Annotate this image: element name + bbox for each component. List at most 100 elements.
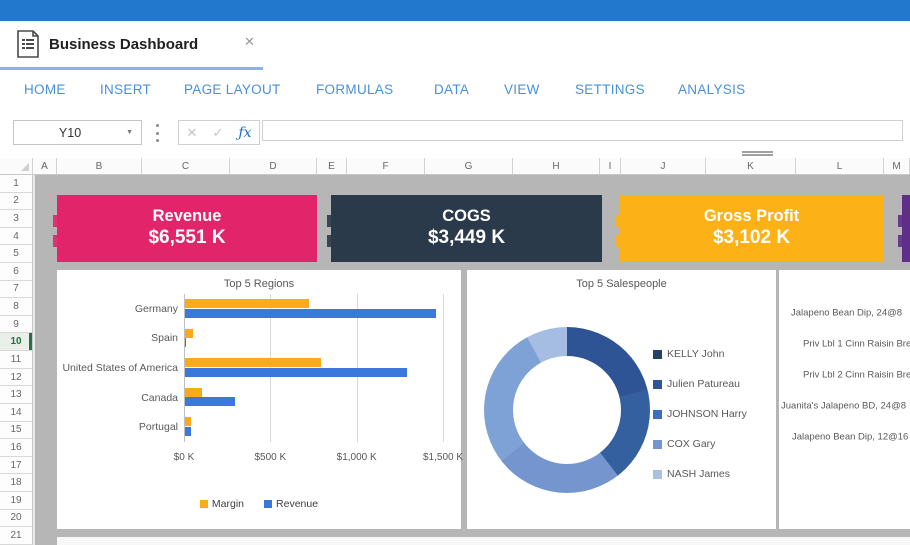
- column-header-j[interactable]: J: [621, 158, 706, 175]
- column-header-d[interactable]: D: [230, 158, 317, 175]
- row-header-8[interactable]: 8: [0, 298, 33, 316]
- kpi-notch: [327, 235, 331, 247]
- row-header-11[interactable]: 11: [0, 351, 33, 369]
- menu-item-formulas[interactable]: FORMULAS: [316, 82, 393, 97]
- row-header-19[interactable]: 19: [0, 492, 33, 510]
- bar-margin-1: [185, 329, 193, 338]
- legend-label: Margin: [212, 498, 244, 510]
- kpi-card-gross-profit[interactable]: Gross Profit$3,102 K: [620, 195, 883, 262]
- column-header-g[interactable]: G: [425, 158, 513, 175]
- fx-icon[interactable]: ƒx: [238, 125, 251, 141]
- row-header-18[interactable]: 18: [0, 474, 33, 492]
- row-header-9[interactable]: 9: [0, 316, 33, 334]
- kpi-notch: [616, 215, 620, 227]
- kpi-card-cogs[interactable]: COGS$3,449 K: [331, 195, 602, 262]
- category-label: Canada: [141, 392, 178, 404]
- row-header-20[interactable]: 20: [0, 510, 33, 528]
- formula-actions: ✕ ✓ ƒx: [178, 120, 260, 145]
- kpi-notch: [616, 235, 620, 247]
- legend-swatch: [200, 500, 208, 508]
- column-header-l[interactable]: L: [796, 158, 884, 175]
- category-label-product-2: Priv Lbl 2 Cinn Raisin Brea: [803, 370, 910, 381]
- kpi-notch: [898, 235, 902, 247]
- row-header-16[interactable]: 16: [0, 439, 33, 457]
- chart-title: Top 5 Salespeople: [467, 278, 776, 290]
- row-header-13[interactable]: 13: [0, 386, 33, 404]
- row-header-6[interactable]: 6: [0, 263, 33, 281]
- legend-label: KELLY John: [667, 348, 724, 360]
- row-header-7[interactable]: 7: [0, 281, 33, 299]
- top5-products-chart[interactable]: Jalapeno Bean Dip, 24@8 Priv Lbl 1 Cinn R…: [779, 270, 910, 529]
- bar-revenue-4: [185, 427, 191, 436]
- close-icon[interactable]: ✕: [244, 34, 255, 50]
- menu-item-page-layout[interactable]: PAGE LAYOUT: [184, 82, 281, 97]
- row-header-1[interactable]: 1: [0, 175, 33, 193]
- app-header-bar: [0, 0, 910, 21]
- confirm-icon[interactable]: ✓: [212, 125, 223, 141]
- legend-swatch: [653, 350, 662, 359]
- column-header-k[interactable]: K: [706, 158, 796, 175]
- column-header-m[interactable]: M: [884, 158, 910, 175]
- chart-title: Top 5 Regions: [57, 278, 461, 290]
- bar-chart-legend: Margin Revenue: [57, 498, 461, 510]
- menu-item-settings[interactable]: SETTINGS: [575, 82, 645, 97]
- row-header-12[interactable]: 12: [0, 369, 33, 387]
- column-header-h[interactable]: H: [513, 158, 600, 175]
- cancel-icon[interactable]: ✕: [187, 125, 198, 141]
- row-header-5[interactable]: 5: [0, 245, 33, 263]
- legend-item-nash-james: NASH James: [653, 468, 730, 480]
- category-label: Spain: [151, 332, 178, 344]
- legend-swatch: [653, 380, 662, 389]
- category-label-product-1: Priv Lbl 1 Cinn Raisin Brea: [803, 339, 910, 350]
- legend-swatch: [653, 410, 662, 419]
- menu-item-view[interactable]: VIEW: [504, 82, 540, 97]
- menu-item-home[interactable]: HOME: [24, 82, 66, 97]
- column-header-b[interactable]: B: [57, 158, 142, 175]
- row-header-3[interactable]: 3: [0, 210, 33, 228]
- row-header-14[interactable]: 14: [0, 404, 33, 422]
- name-box[interactable]: Y10 ▼: [13, 120, 142, 145]
- top5-salespeople-chart[interactable]: Top 5 Salespeople KELLY JohnJulien Patur…: [467, 270, 776, 529]
- gridline: [443, 294, 444, 442]
- kpi-notch: [53, 235, 57, 247]
- bar-revenue-0: [185, 309, 436, 318]
- bottom-panel: [57, 537, 910, 545]
- menu-item-insert[interactable]: INSERT: [100, 82, 151, 97]
- category-label-product-0: Jalapeno Bean Dip, 24@8: [791, 308, 902, 319]
- x-axis-tick: $0 K: [174, 452, 195, 463]
- tab-business-dashboard[interactable]: Business Dashboard: [0, 21, 265, 67]
- column-header-i[interactable]: I: [600, 158, 621, 175]
- column-header-c[interactable]: C: [142, 158, 230, 175]
- kpi-value: $6,551 K: [148, 226, 225, 251]
- row-header-2[interactable]: 2: [0, 193, 33, 211]
- row-header-10[interactable]: 10: [0, 333, 33, 351]
- column-header-a[interactable]: A: [33, 158, 57, 175]
- chevron-down-icon[interactable]: ▼: [126, 129, 133, 136]
- bar-margin-0: [185, 299, 309, 308]
- legend-label: Revenue: [276, 498, 318, 510]
- bar-margin-4: [185, 417, 191, 426]
- kpi-label: Revenue: [153, 206, 222, 227]
- x-axis-tick: $500 K: [254, 452, 286, 463]
- row-header-21[interactable]: 21: [0, 527, 33, 545]
- kebab-icon[interactable]: [153, 124, 161, 142]
- sheet-tab-bar: Business Dashboard ✕: [0, 21, 910, 71]
- formula-input[interactable]: [262, 120, 903, 141]
- kpi-card-revenue[interactable]: Revenue$6,551 K: [57, 195, 317, 262]
- kpi-value: $3,449 K: [428, 226, 505, 251]
- column-headers: ABCDEFGHIJKLM: [0, 158, 910, 175]
- donut-hole: [513, 356, 621, 464]
- top5-regions-chart[interactable]: Top 5 Regions $0 K$500 K$1,000 K$1,500 K…: [57, 270, 461, 529]
- kpi-card-partial[interactable]: [902, 195, 910, 262]
- row-header-4[interactable]: 4: [0, 228, 33, 246]
- menu-item-data[interactable]: DATA: [434, 82, 469, 97]
- menu-item-analysis[interactable]: ANALYSIS: [678, 82, 745, 97]
- legend-item-cox-gary: COX Gary: [653, 438, 715, 450]
- legend-item-revenue: Revenue: [264, 498, 318, 510]
- column-header-f[interactable]: F: [347, 158, 425, 175]
- column-header-e[interactable]: E: [317, 158, 347, 175]
- row-header-15[interactable]: 15: [0, 422, 33, 440]
- row-header-17[interactable]: 17: [0, 457, 33, 475]
- drag-handle-icon[interactable]: [742, 151, 773, 156]
- select-all-corner[interactable]: [0, 158, 33, 175]
